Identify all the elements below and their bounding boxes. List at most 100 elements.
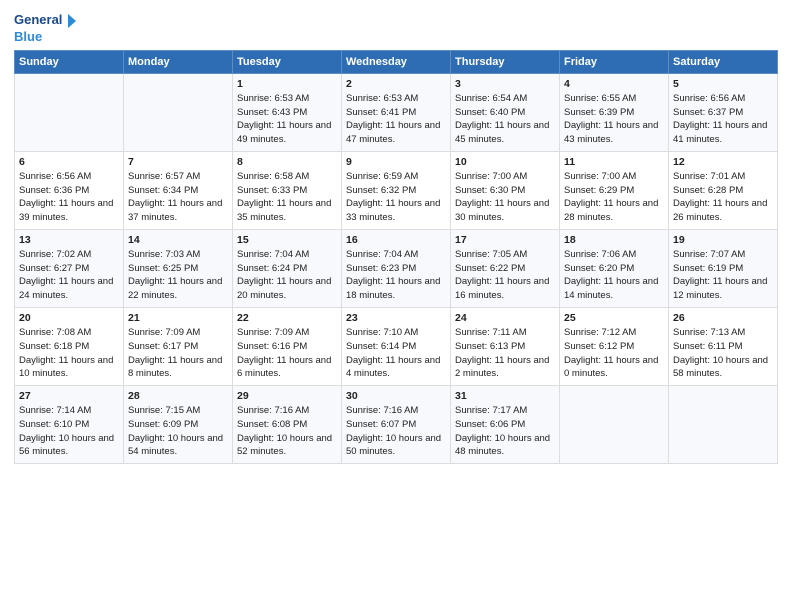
day-info: Sunrise: 7:03 AM Sunset: 6:25 PM Dayligh…	[128, 248, 228, 303]
weekday-header-friday: Friday	[560, 50, 669, 73]
day-number: 4	[564, 78, 664, 90]
day-info: Sunrise: 6:59 AM Sunset: 6:32 PM Dayligh…	[346, 170, 446, 225]
calendar-cell: 6 Sunrise: 6:56 AM Sunset: 6:36 PM Daylig…	[15, 151, 124, 229]
weekday-header-sunday: Sunday	[15, 50, 124, 73]
day-number: 11	[564, 156, 664, 168]
week-row-1: 1Sunrise: 6:53 AM Sunset: 6:43 PM Daylig…	[15, 73, 778, 151]
day-info: Sunrise: 7:15 AM Sunset: 6:09 PM Dayligh…	[128, 404, 228, 459]
calendar-cell: 7Sunrise: 6:57 AM Sunset: 6:34 PM Daylig…	[124, 151, 233, 229]
day-info: Sunrise: 7:17 AM Sunset: 6:06 PM Dayligh…	[455, 404, 555, 459]
weekday-header-row: SundayMondayTuesdayWednesdayThursdayFrid…	[15, 50, 778, 73]
calendar-cell: 22 Sunrise: 7:09 AM Sunset: 6:16 PM Dayli…	[233, 307, 342, 385]
calendar-cell: 17Sunrise: 7:05 AM Sunset: 6:22 PM Dayli…	[451, 229, 560, 307]
day-number: 18	[564, 234, 664, 246]
calendar-cell: 25Sunrise: 7:12 AM Sunset: 6:12 PM Dayli…	[560, 307, 669, 385]
calendar-cell: 16 Sunrise: 7:04 AM Sunset: 6:23 PM Dayli…	[342, 229, 451, 307]
weekday-header-saturday: Saturday	[669, 50, 778, 73]
calendar-cell: 27Sunrise: 7:14 AM Sunset: 6:10 PM Dayli…	[15, 386, 124, 464]
calendar-cell	[15, 73, 124, 151]
day-info: Sunrise: 7:11 AM Sunset: 6:13 PM Dayligh…	[455, 326, 555, 381]
day-number: 8	[237, 156, 337, 168]
day-number: 30	[346, 390, 446, 402]
weekday-header-thursday: Thursday	[451, 50, 560, 73]
day-number: 20	[19, 312, 119, 324]
calendar-cell: 28 Sunrise: 7:15 AM Sunset: 6:09 PM Dayli…	[124, 386, 233, 464]
main-container: General Blue SundayMondayTuesdayWednesda…	[0, 0, 792, 472]
weekday-header-monday: Monday	[124, 50, 233, 73]
day-info: Sunrise: 7:04 AM Sunset: 6:24 PM Dayligh…	[237, 248, 337, 303]
day-number: 1	[237, 78, 337, 90]
calendar-cell: 19Sunrise: 7:07 AM Sunset: 6:19 PM Dayli…	[669, 229, 778, 307]
day-info: Sunrise: 7:06 AM Sunset: 6:20 PM Dayligh…	[564, 248, 664, 303]
calendar-table: SundayMondayTuesdayWednesdayThursdayFrid…	[14, 50, 778, 464]
day-number: 21	[128, 312, 228, 324]
day-info: Sunrise: 6:57 AM Sunset: 6:34 PM Dayligh…	[128, 170, 228, 225]
calendar-cell: 23 Sunrise: 7:10 AM Sunset: 6:14 PM Dayli…	[342, 307, 451, 385]
day-number: 25	[564, 312, 664, 324]
calendar-cell: 30 Sunrise: 7:16 AM Sunset: 6:07 PM Dayli…	[342, 386, 451, 464]
day-info: Sunrise: 6:54 AM Sunset: 6:40 PM Dayligh…	[455, 92, 555, 147]
calendar-cell: 3 Sunrise: 6:54 AM Sunset: 6:40 PM Daylig…	[451, 73, 560, 151]
calendar-cell: 21 Sunrise: 7:09 AM Sunset: 6:17 PM Dayli…	[124, 307, 233, 385]
day-info: Sunrise: 6:58 AM Sunset: 6:33 PM Dayligh…	[237, 170, 337, 225]
day-info: Sunrise: 7:09 AM Sunset: 6:16 PM Dayligh…	[237, 326, 337, 381]
day-number: 28	[128, 390, 228, 402]
header: General Blue	[14, 12, 778, 46]
day-info: Sunrise: 7:10 AM Sunset: 6:14 PM Dayligh…	[346, 326, 446, 381]
calendar-cell: 2Sunrise: 6:53 AM Sunset: 6:41 PM Daylig…	[342, 73, 451, 151]
day-number: 3	[455, 78, 555, 90]
day-info: Sunrise: 7:04 AM Sunset: 6:23 PM Dayligh…	[346, 248, 446, 303]
week-row-2: 6 Sunrise: 6:56 AM Sunset: 6:36 PM Daylig…	[15, 151, 778, 229]
day-info: Sunrise: 6:56 AM Sunset: 6:36 PM Dayligh…	[19, 170, 119, 225]
day-info: Sunrise: 7:02 AM Sunset: 6:27 PM Dayligh…	[19, 248, 119, 303]
week-row-4: 20Sunrise: 7:08 AM Sunset: 6:18 PM Dayli…	[15, 307, 778, 385]
day-number: 24	[455, 312, 555, 324]
day-number: 2	[346, 78, 446, 90]
day-info: Sunrise: 7:16 AM Sunset: 6:07 PM Dayligh…	[346, 404, 446, 459]
day-number: 12	[673, 156, 773, 168]
day-number: 29	[237, 390, 337, 402]
day-number: 13	[19, 234, 119, 246]
day-number: 6	[19, 156, 119, 168]
calendar-cell: 5Sunrise: 6:56 AM Sunset: 6:37 PM Daylig…	[669, 73, 778, 151]
week-row-3: 13 Sunrise: 7:02 AM Sunset: 6:27 PM Dayli…	[15, 229, 778, 307]
weekday-header-wednesday: Wednesday	[342, 50, 451, 73]
calendar-cell: 13 Sunrise: 7:02 AM Sunset: 6:27 PM Dayli…	[15, 229, 124, 307]
calendar-cell: 9 Sunrise: 6:59 AM Sunset: 6:32 PM Daylig…	[342, 151, 451, 229]
day-info: Sunrise: 7:09 AM Sunset: 6:17 PM Dayligh…	[128, 326, 228, 381]
day-info: Sunrise: 7:13 AM Sunset: 6:11 PM Dayligh…	[673, 326, 773, 381]
day-number: 23	[346, 312, 446, 324]
day-info: Sunrise: 7:00 AM Sunset: 6:29 PM Dayligh…	[564, 170, 664, 225]
calendar-cell	[124, 73, 233, 151]
calendar-cell	[669, 386, 778, 464]
logo-general: General	[14, 12, 79, 29]
day-info: Sunrise: 7:00 AM Sunset: 6:30 PM Dayligh…	[455, 170, 555, 225]
calendar-cell: 18 Sunrise: 7:06 AM Sunset: 6:20 PM Dayli…	[560, 229, 669, 307]
logo: General Blue	[14, 12, 79, 46]
day-info: Sunrise: 6:56 AM Sunset: 6:37 PM Dayligh…	[673, 92, 773, 147]
calendar-cell: 14 Sunrise: 7:03 AM Sunset: 6:25 PM Dayli…	[124, 229, 233, 307]
day-number: 14	[128, 234, 228, 246]
day-number: 31	[455, 390, 555, 402]
day-info: Sunrise: 7:01 AM Sunset: 6:28 PM Dayligh…	[673, 170, 773, 225]
day-info: Sunrise: 7:16 AM Sunset: 6:08 PM Dayligh…	[237, 404, 337, 459]
calendar-cell: 15Sunrise: 7:04 AM Sunset: 6:24 PM Dayli…	[233, 229, 342, 307]
calendar-cell: 24 Sunrise: 7:11 AM Sunset: 6:13 PM Dayli…	[451, 307, 560, 385]
logo-blue: Blue	[14, 29, 79, 46]
calendar-cell: 12 Sunrise: 7:01 AM Sunset: 6:28 PM Dayli…	[669, 151, 778, 229]
day-info: Sunrise: 7:14 AM Sunset: 6:10 PM Dayligh…	[19, 404, 119, 459]
calendar-cell	[560, 386, 669, 464]
calendar-cell: 10 Sunrise: 7:00 AM Sunset: 6:30 PM Dayli…	[451, 151, 560, 229]
day-number: 10	[455, 156, 555, 168]
calendar-cell: 20Sunrise: 7:08 AM Sunset: 6:18 PM Dayli…	[15, 307, 124, 385]
calendar-cell: 8 Sunrise: 6:58 AM Sunset: 6:33 PM Daylig…	[233, 151, 342, 229]
calendar-cell: 26Sunrise: 7:13 AM Sunset: 6:11 PM Dayli…	[669, 307, 778, 385]
day-info: Sunrise: 7:07 AM Sunset: 6:19 PM Dayligh…	[673, 248, 773, 303]
day-info: Sunrise: 7:05 AM Sunset: 6:22 PM Dayligh…	[455, 248, 555, 303]
week-row-5: 27Sunrise: 7:14 AM Sunset: 6:10 PM Dayli…	[15, 386, 778, 464]
weekday-header-tuesday: Tuesday	[233, 50, 342, 73]
day-number: 22	[237, 312, 337, 324]
calendar-cell: 29 Sunrise: 7:16 AM Sunset: 6:08 PM Dayli…	[233, 386, 342, 464]
day-number: 16	[346, 234, 446, 246]
day-number: 9	[346, 156, 446, 168]
